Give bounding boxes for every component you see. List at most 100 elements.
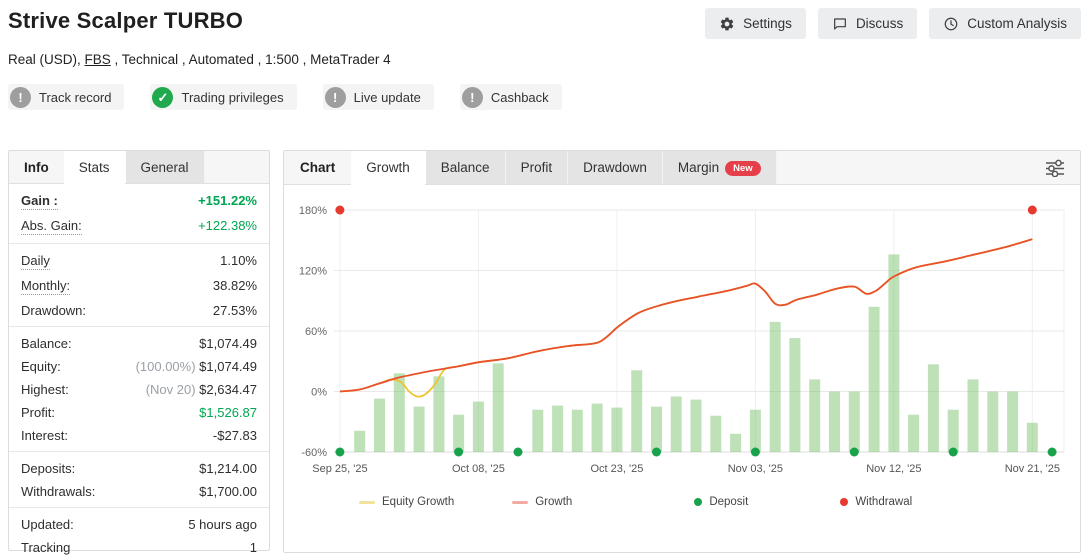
stat-label: Updated: xyxy=(21,517,74,532)
stats-group-4: Deposits: $1,214.00 Withdrawals: $1,700.00 xyxy=(9,451,269,507)
chart-tab-profit[interactable]: Profit xyxy=(506,151,569,184)
stat-value: -$27.83 xyxy=(213,428,257,443)
header-buttons: Settings Discuss Custom Analysis xyxy=(705,8,1081,39)
y-tick-label: 60% xyxy=(305,326,327,338)
stat-label: Equity: xyxy=(21,359,61,374)
chart-tabs: GrowthBalanceProfitDrawdownMarginNew xyxy=(351,151,776,184)
legend-item-deposit: Deposit xyxy=(694,496,748,508)
stat-row-gain: Gain :+151.22% xyxy=(9,189,269,214)
stats-group-2: Daily1.10%Monthly:38.82%Drawdown:27.53% xyxy=(9,243,269,326)
growth-chart-svg: Sep 25, '25 Oct 08, '25 Oct 23, '25 Nov 03,… xyxy=(284,185,1080,485)
legend-label: Withdrawal xyxy=(855,496,912,508)
stat-value: $1,700.00 xyxy=(199,484,257,499)
stat-value: $1,214.00 xyxy=(199,461,257,476)
chart-panel-title: Chart xyxy=(284,151,351,184)
account-subtitle: Real (USD), FBS , Technical , Automated … xyxy=(8,52,1081,67)
legend-item-withdrawal: Withdrawal xyxy=(840,496,912,508)
info-circle-icon: ! xyxy=(325,87,346,108)
x-tick-label: Nov 12, '25 xyxy=(866,463,921,475)
broker-link[interactable]: FBS xyxy=(85,52,111,67)
subtitle-prefix: Real (USD), xyxy=(8,52,85,67)
legend-item-growth: Growth xyxy=(512,496,572,508)
y-tick-label: 180% xyxy=(299,205,327,217)
stats-group-5: Updated: 5 hours ago Tracking1 xyxy=(9,507,269,557)
stat-label: Monthly: xyxy=(21,278,70,295)
stat-row-tracking: Tracking1 xyxy=(9,536,269,557)
settings-button[interactable]: Settings xyxy=(705,8,806,39)
subtitle-suffix: , Technical , Automated , 1:500 , MetaTr… xyxy=(111,52,391,67)
stat-label: Highest: xyxy=(21,382,69,397)
chart-tabbar: Chart GrowthBalanceProfitDrawdownMarginN… xyxy=(284,151,1080,185)
chart-tab-drawdown[interactable]: Drawdown xyxy=(568,151,663,184)
legend-label: Growth xyxy=(535,496,572,508)
y-tick-label: -60% xyxy=(301,447,327,459)
chart-tab-growth[interactable]: Growth xyxy=(351,151,426,184)
stat-value: 5 hours ago xyxy=(188,517,257,532)
stat-row-abs-gain: Abs. Gain:+122.38% xyxy=(9,214,269,239)
chart-filter-icon[interactable] xyxy=(1030,151,1080,184)
info-circle-icon: ! xyxy=(462,87,483,108)
stats-list: Gain :+151.22%Abs. Gain:+122.38% Daily 1.1… xyxy=(9,184,269,557)
custom-analysis-button-label: Custom Analysis xyxy=(967,16,1067,31)
badge-label: Track record xyxy=(39,90,111,105)
page-title: Strive Scalper TURBO xyxy=(8,8,243,34)
stat-label: Deposits: xyxy=(21,461,75,476)
stats-group-1: Gain :+151.22%Abs. Gain:+122.38% xyxy=(9,184,269,243)
stat-row-withdrawals: Withdrawals: $1,700.00 xyxy=(9,480,269,503)
gear-icon xyxy=(719,16,735,32)
x-tick-label: Nov 21, '25 xyxy=(1005,463,1060,475)
badge-live-update[interactable]: !Live update xyxy=(323,84,434,110)
stat-label: Balance: xyxy=(21,336,72,351)
x-tick-label: Sep 25, '25 xyxy=(312,463,367,475)
stat-label: Interest: xyxy=(21,428,68,443)
badge-trading-privileges[interactable]: ✓ Trading privileges xyxy=(150,84,296,110)
stat-row-deposits: Deposits: $1,214.00 xyxy=(9,457,269,480)
stat-row-equity: Equity:(100.00%) $1,074.49 xyxy=(9,355,269,378)
stat-row-highest: Highest: (Nov 20) $2,634.47 xyxy=(9,378,269,401)
badge-label: Trading privileges xyxy=(181,90,283,105)
stats-tab-stats[interactable]: Stats xyxy=(64,151,126,183)
badge-label: Cashback xyxy=(491,90,549,105)
chart-panel: Chart GrowthBalanceProfitDrawdownMarginN… xyxy=(283,150,1081,553)
stat-row-balance: Balance: $1,074.49 xyxy=(9,332,269,355)
main-content: InfoStatsGeneral Gain :+151.22%Abs. Gain… xyxy=(8,150,1081,553)
stat-value: 1.10% xyxy=(220,253,257,268)
stat-value: (Nov 20) $2,634.47 xyxy=(146,382,257,397)
stat-row-monthly: Monthly: 38.82% xyxy=(9,274,269,299)
growth-chart: Sep 25, '25 Oct 08, '25 Oct 23, '25 Nov 03,… xyxy=(284,185,1080,490)
stat-label: Withdrawals: xyxy=(21,484,95,499)
settings-button-label: Settings xyxy=(743,16,792,31)
stats-group-3: Balance: $1,074.49 Equity:(100.00%) $1,074… xyxy=(9,326,269,451)
chart-tab-margin[interactable]: MarginNew xyxy=(663,151,777,184)
custom-analysis-button[interactable]: Custom Analysis xyxy=(929,8,1081,39)
y-tick-label: 120% xyxy=(299,266,327,278)
stat-value: $1,074.49 xyxy=(199,336,257,351)
stat-value: 27.53% xyxy=(213,303,257,318)
stat-value: +151.22% xyxy=(198,193,257,208)
stats-tab-info[interactable]: Info xyxy=(9,151,64,183)
stats-tab-general[interactable]: General xyxy=(126,151,205,183)
daily-change-bars xyxy=(354,254,1038,452)
stat-value: 38.82% xyxy=(213,278,257,293)
chart-tab-balance[interactable]: Balance xyxy=(426,151,506,184)
legend-label: Deposit xyxy=(709,496,748,508)
badge-track-record[interactable]: !Track record xyxy=(8,84,124,110)
check-circle-icon: ✓ xyxy=(152,87,173,108)
chat-icon xyxy=(832,16,848,32)
stat-value: $1,526.87 xyxy=(199,405,257,420)
badge-cashback[interactable]: ! Cashback xyxy=(460,84,562,110)
discuss-button[interactable]: Discuss xyxy=(818,8,917,39)
stats-tabbar: InfoStatsGeneral xyxy=(9,151,269,184)
stat-row-updated: Updated: 5 hours ago xyxy=(9,513,269,536)
x-tick-label: Nov 03, '25 xyxy=(728,463,783,475)
stats-panel: InfoStatsGeneral Gain :+151.22%Abs. Gain… xyxy=(8,150,270,551)
stat-label: Daily xyxy=(21,253,50,270)
stat-row-profit: Profit: $1,526.87 xyxy=(9,401,269,424)
new-badge: New xyxy=(725,161,761,176)
x-tick-label: Oct 23, '25 xyxy=(590,463,643,475)
stat-row-interest: Interest: -$27.83 xyxy=(9,424,269,447)
stat-label: Profit: xyxy=(21,405,55,420)
x-tick-label: Oct 08, '25 xyxy=(452,463,505,475)
stat-row-daily: Daily 1.10% xyxy=(9,249,269,274)
legend-item-equity-growth: Equity Growth xyxy=(359,496,454,508)
